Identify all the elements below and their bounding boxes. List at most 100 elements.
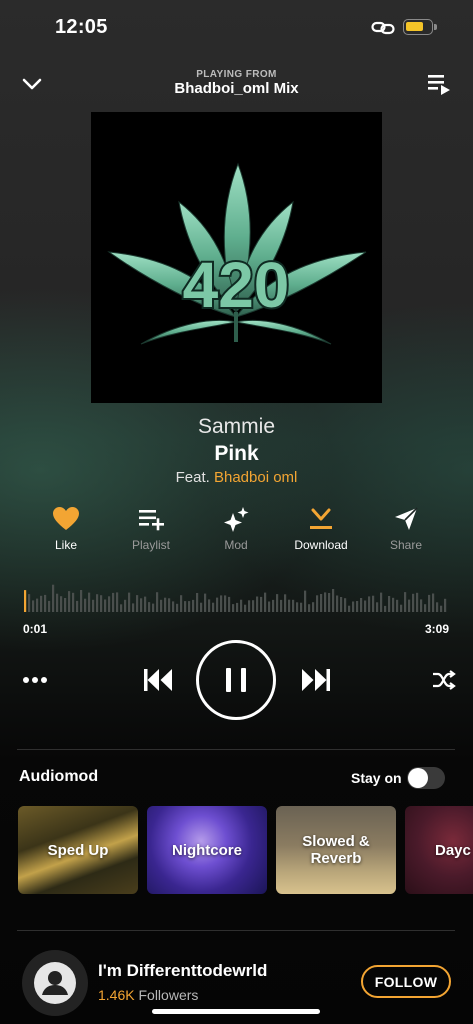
waveform-bar: [240, 599, 243, 612]
elapsed-time: 0:01: [23, 622, 48, 636]
waveform-bar: [324, 592, 327, 612]
avatar[interactable]: [22, 950, 88, 1016]
waveform-bar: [316, 595, 319, 612]
waveform-bar: [164, 597, 167, 612]
audiomod-card-slowed-reverb[interactable]: Slowed & Reverb: [276, 806, 396, 894]
waveform-bar: [88, 592, 91, 612]
waveform-bar: [304, 590, 307, 612]
waveform-bar: [152, 603, 155, 612]
share-icon: [395, 507, 418, 530]
waveform-bar: [112, 592, 115, 612]
waveform-bar: [360, 598, 363, 612]
like-label: Like: [54, 538, 77, 552]
add-to-playlist-button[interactable]: Playlist: [111, 506, 191, 552]
featured-artist-link[interactable]: Bhadboi oml: [214, 469, 297, 486]
download-label: Download: [294, 538, 348, 552]
card-label: Nightcore: [171, 841, 242, 859]
waveform-bar: [212, 602, 215, 612]
waveform-bar: [388, 596, 391, 612]
toggle-knob: [408, 768, 428, 788]
waveform-bar: [372, 595, 375, 612]
waveform-bar: [224, 595, 227, 612]
divider: [17, 749, 455, 750]
audiomod-card-partial[interactable]: Dayc: [405, 806, 473, 894]
waveform-bar: [60, 596, 63, 612]
waveform-bar: [172, 601, 175, 612]
follow-button[interactable]: FOLLOW: [361, 965, 451, 998]
download-icon: [310, 508, 332, 529]
waveform-bar: [428, 594, 431, 612]
previous-icon[interactable]: [142, 667, 174, 693]
waveform-bar: [84, 598, 87, 612]
waveform-bar: [320, 594, 323, 612]
waveform-bar: [292, 599, 295, 612]
divider: [17, 930, 455, 931]
waveform-bar: [264, 592, 267, 612]
waveform-bar: [188, 601, 191, 612]
more-icon[interactable]: [22, 672, 48, 688]
shuffle-icon[interactable]: [431, 669, 457, 691]
waveform-bar: [216, 597, 219, 612]
waveform-bar: [192, 599, 195, 612]
waveform-bar: [432, 593, 435, 612]
waveform-bar: [128, 592, 131, 612]
like-button[interactable]: Like: [26, 506, 106, 552]
waveform-bar: [104, 599, 107, 612]
waveform-bar: [352, 601, 355, 612]
waveform-bar: [136, 595, 139, 612]
card-label: Sped Up: [47, 841, 109, 859]
battery-nub: [434, 24, 437, 30]
waveform-bar: [124, 599, 127, 612]
add-to-playlist-icon: [139, 510, 164, 531]
waveform-bar: [436, 602, 439, 612]
download-button[interactable]: Download: [281, 506, 361, 552]
followers-number: 1.46K: [98, 987, 135, 1003]
waveform-bar: [356, 601, 359, 612]
waveform-seek-bar[interactable]: [24, 584, 448, 612]
waveform-bar: [160, 599, 163, 612]
audiomod-card-sped-up[interactable]: Sped Up: [18, 806, 138, 894]
share-button[interactable]: Share: [366, 506, 446, 552]
featured-artists: Feat. Bhadboi oml: [0, 469, 473, 486]
waveform-bar: [144, 596, 147, 612]
waveform-bar: [196, 593, 199, 612]
stay-on-toggle[interactable]: [407, 767, 445, 789]
audiomod-card-nightcore[interactable]: Nightcore: [147, 806, 267, 894]
artwork-text: 420: [183, 249, 290, 321]
mod-button[interactable]: Mod: [196, 506, 276, 552]
queue-icon[interactable]: [426, 72, 452, 96]
waveform-bar: [64, 598, 67, 612]
waveform-bar: [176, 603, 179, 612]
waveform-bar: [252, 600, 255, 612]
waveform-bar: [24, 590, 27, 612]
waveform-bar: [180, 595, 183, 612]
waveform-bar: [36, 598, 39, 612]
followers-label: Followers: [138, 987, 199, 1003]
waveform-bar: [248, 600, 251, 612]
now-playing-screen: 12:05 PLAYING FROM Bhadboi_oml Mix 420 S…: [0, 0, 473, 1024]
waveform-bar: [208, 599, 211, 612]
link-icon: [371, 21, 395, 35]
waveform-bar: [32, 600, 35, 612]
song-title: Pink: [214, 442, 259, 465]
artist-name[interactable]: I'm Differenttodewrld: [98, 961, 267, 981]
waveform-bar: [184, 601, 187, 612]
playing-from-label: PLAYING FROM: [196, 69, 277, 80]
song-artist[interactable]: Sammie: [0, 415, 473, 439]
waveform-bar: [220, 595, 223, 612]
cannabis-leaf-icon: 420: [107, 162, 367, 345]
waveform-bar: [412, 593, 415, 612]
pause-button[interactable]: [196, 640, 276, 720]
mix-name[interactable]: Bhadboi_oml Mix: [0, 80, 473, 97]
waveform-bar: [384, 605, 387, 612]
waveform-bar: [92, 599, 95, 612]
waveform-bar: [344, 598, 347, 612]
waveform-bar: [444, 598, 447, 612]
waveform-bar: [140, 598, 143, 612]
waveform-bar: [232, 604, 235, 612]
waveform-bar: [200, 602, 203, 612]
waveform-bar: [404, 592, 407, 612]
next-icon[interactable]: [300, 667, 332, 693]
waveform-bar: [400, 604, 403, 612]
waveform-bar: [276, 594, 279, 612]
